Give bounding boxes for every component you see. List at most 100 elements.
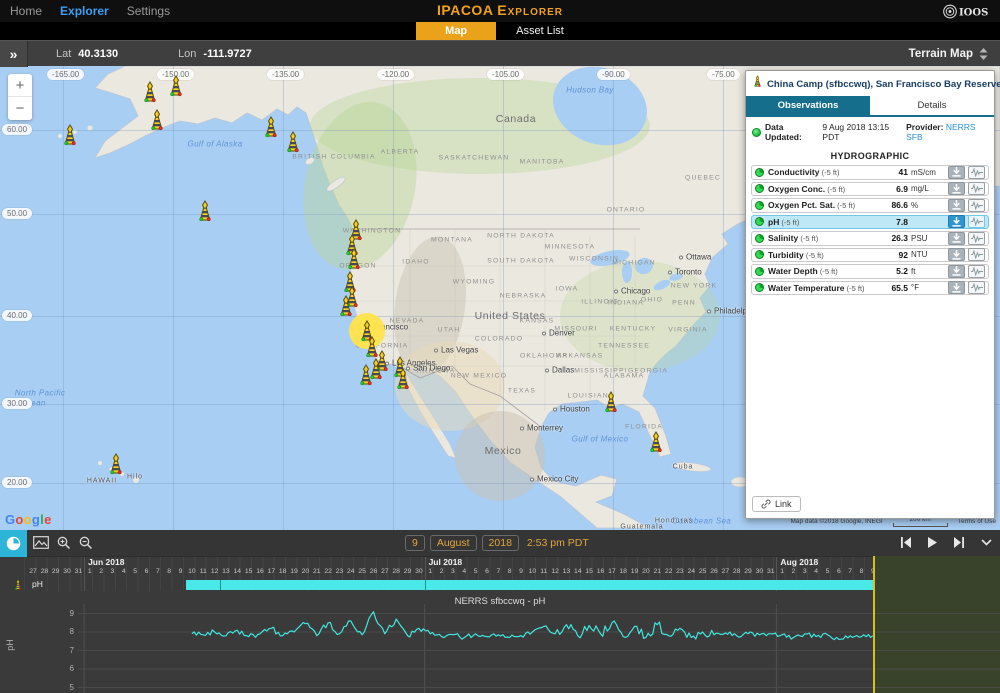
buoy-marker[interactable]	[601, 391, 621, 414]
timeseries-toggle-button[interactable]	[968, 166, 985, 179]
observation-row-salinity[interactable]: Salinity (-5 ft)26.3PSU	[751, 231, 989, 246]
state-label: MICHIGAN	[612, 260, 656, 267]
tab-map[interactable]: Map	[416, 22, 496, 40]
download-button[interactable]	[948, 182, 965, 195]
waveform-icon	[971, 217, 983, 226]
timeseries-toggle-button[interactable]	[968, 281, 985, 294]
observation-row-water-depth[interactable]: Water Depth (-5 ft)5.2ft	[751, 264, 989, 279]
zoom-out-button[interactable]: −	[8, 97, 32, 120]
city-dot	[707, 309, 711, 313]
data-updated-value: 9 Aug 2018 13:15 PDT	[822, 122, 902, 142]
state-label: MINNESOTA	[545, 244, 596, 251]
ph-data-line	[192, 612, 873, 640]
place-label: Hilo	[127, 474, 143, 481]
state-label: ALBERTA	[381, 149, 420, 156]
timeseries-toggle-button[interactable]	[968, 248, 985, 261]
city-label: Denver	[542, 329, 575, 338]
buoy-icon	[752, 75, 763, 88]
link-button[interactable]: Link	[752, 496, 801, 512]
buoy-icon	[147, 109, 167, 132]
state-label: NEW YORK	[671, 283, 718, 290]
download-button[interactable]	[948, 215, 965, 228]
panel-tab-details[interactable]: Details	[870, 96, 994, 115]
observation-row-turbidity[interactable]: Turbidity (-5 ft)92NTU	[751, 248, 989, 263]
download-button[interactable]	[948, 232, 965, 245]
buoy-marker[interactable]	[166, 75, 186, 98]
city-dot	[530, 477, 534, 481]
station-status-row: Data Updated: 9 Aug 2018 13:15 PDT Provi…	[746, 117, 994, 147]
observation-row-oxygen-conc-[interactable]: Oxygen Conc. (-5 ft)6.9mg/L	[751, 182, 989, 197]
download-button[interactable]	[948, 248, 965, 261]
buoy-marker[interactable]	[261, 116, 281, 139]
chart-y-tick: 5	[56, 683, 74, 692]
state-label: TENNESSEE	[598, 343, 650, 350]
tab-asset-list[interactable]: Asset List	[496, 22, 584, 40]
city-dot	[545, 368, 549, 372]
timeseries-toggle-button[interactable]	[968, 182, 985, 195]
latitude-label: 20.00	[2, 477, 32, 488]
download-icon	[951, 217, 962, 227]
link-button-label: Link	[775, 499, 792, 509]
provider-label: Provider:	[906, 122, 943, 132]
observation-row-oxygen-pct-sat-[interactable]: Oxygen Pct. Sat. (-5 ft)86.6%	[751, 198, 989, 213]
station-panel: China Camp (sfbccwq), San Francisco Bay …	[745, 70, 995, 519]
water-label: Gulf of Alaska	[187, 140, 242, 149]
download-button[interactable]	[948, 199, 965, 212]
buoy-marker[interactable]	[393, 368, 413, 391]
sort-arrows-icon	[979, 48, 988, 60]
buoy-marker[interactable]	[140, 81, 160, 104]
state-label: ONTARIO	[607, 207, 646, 214]
terms-of-use-link[interactable]: Terms of Use	[958, 518, 996, 525]
buoy-marker[interactable]	[344, 248, 364, 271]
buoy-icon	[646, 431, 666, 454]
buoy-marker[interactable]	[195, 200, 215, 223]
station-panel-footer: Link	[746, 492, 994, 518]
water-label: Gulf of Mexico	[572, 435, 629, 444]
current-time-marker[interactable]	[873, 556, 875, 693]
state-label: WYOMING	[453, 279, 495, 286]
graticule-line	[173, 66, 174, 530]
observation-unit: %	[911, 201, 945, 210]
download-button[interactable]	[948, 281, 965, 294]
expand-panel-button[interactable]: »	[0, 41, 28, 67]
observation-row-water-temperature[interactable]: Water Temperature (-5 ft)65.5°F	[751, 281, 989, 296]
download-button[interactable]	[948, 265, 965, 278]
ph-timeseries-chart	[0, 530, 1000, 693]
observation-value: 65.5	[874, 283, 908, 293]
city-label: Mexico City	[530, 475, 578, 484]
timeseries-toggle-button[interactable]	[968, 232, 985, 245]
city-label: Las Vegas	[434, 346, 478, 355]
timeseries-toggle-button[interactable]	[968, 265, 985, 278]
data-age-icon	[755, 184, 764, 193]
waveform-icon	[971, 168, 983, 177]
observation-row-ph[interactable]: pH (-5 ft)7.8	[751, 215, 989, 230]
section-title: HYDROGRAPHIC	[746, 147, 994, 163]
ioos-logo: IOOS	[942, 3, 992, 20]
buoy-marker[interactable]	[336, 295, 356, 318]
buoy-marker[interactable]	[356, 364, 376, 387]
longitude-label: -135.00	[267, 69, 304, 80]
zoom-in-button[interactable]: +	[8, 74, 32, 97]
buoy-icon	[356, 364, 376, 387]
buoy-marker[interactable]	[283, 131, 303, 154]
observation-label: Conductivity (-5 ft)	[768, 167, 874, 177]
observation-unit: ft	[911, 267, 945, 276]
waveform-icon	[971, 250, 983, 259]
timeseries-toggle-button[interactable]	[968, 199, 985, 212]
state-label: ARKANSAS	[557, 353, 604, 360]
state-label: VIRGINIA	[668, 327, 707, 334]
buoy-marker[interactable]	[106, 453, 126, 476]
buoy-marker[interactable]	[646, 431, 666, 454]
basemap-selector[interactable]: Terrain Map	[909, 48, 988, 60]
buoy-marker[interactable]	[147, 109, 167, 132]
buoy-icon	[393, 368, 413, 391]
state-label: IOWA	[556, 286, 579, 293]
observation-row-conductivity[interactable]: Conductivity (-5 ft)41mS/cm	[751, 165, 989, 180]
panel-tab-observations[interactable]: Observations	[746, 96, 870, 115]
station-panel-header: China Camp (sfbccwq), San Francisco Bay …	[746, 71, 994, 96]
timeseries-toggle-button[interactable]	[968, 215, 985, 228]
longitude-readout: Lon -111.9727	[178, 48, 252, 60]
download-button[interactable]	[948, 166, 965, 179]
buoy-marker[interactable]	[60, 124, 80, 147]
state-label: SOUTH DAKOTA	[487, 258, 555, 265]
